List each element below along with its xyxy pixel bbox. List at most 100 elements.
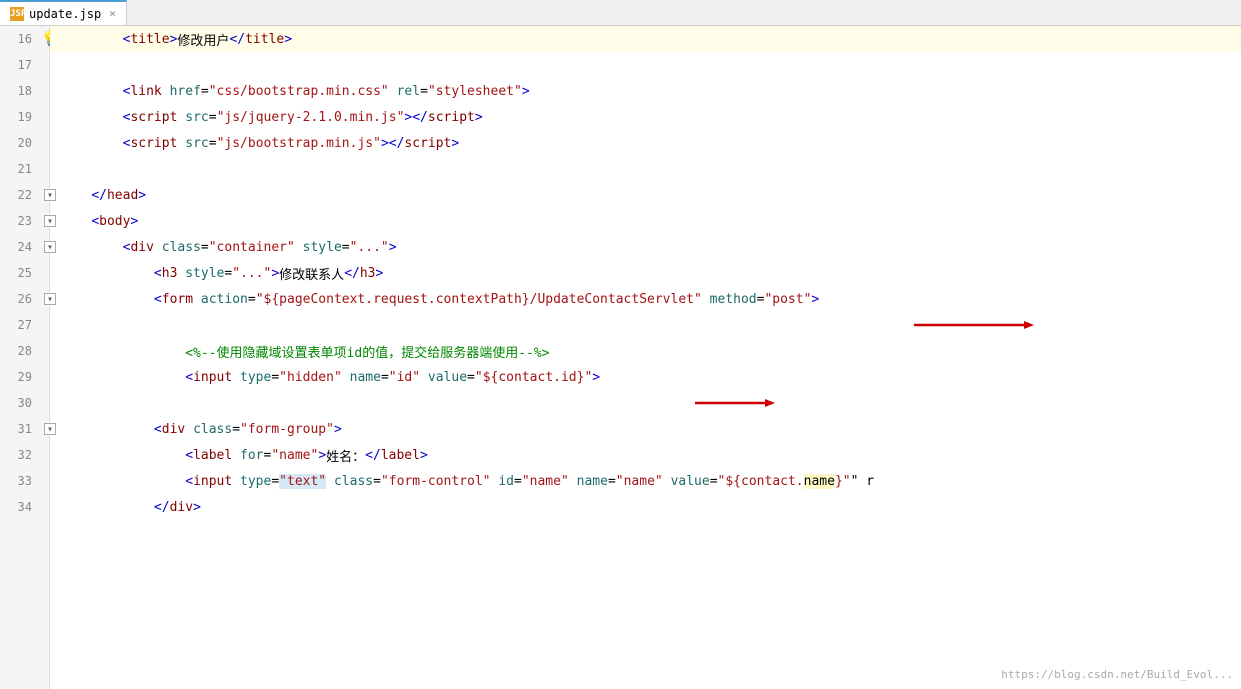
line-number: 32 bbox=[0, 448, 40, 462]
equals: = bbox=[271, 370, 279, 385]
attribute-name: name bbox=[577, 474, 608, 489]
attribute-value: "js/bootstrap.min.js" bbox=[217, 136, 381, 151]
attribute-value: "name" bbox=[522, 474, 569, 489]
indent bbox=[60, 214, 91, 229]
tag-bracket: </ bbox=[91, 188, 107, 203]
attribute-name: style bbox=[185, 266, 224, 281]
tag-bracket: < bbox=[123, 110, 131, 125]
code-area[interactable]: <title>修改用户</title> <link href="css/boot… bbox=[50, 26, 1241, 689]
space bbox=[295, 240, 303, 255]
line-number: 25 bbox=[0, 266, 40, 280]
line-number-row: 22▾ bbox=[0, 182, 49, 208]
element-name: label bbox=[193, 448, 232, 463]
code-line: <title>修改用户</title> bbox=[50, 26, 1241, 52]
tag-bracket: > bbox=[420, 448, 428, 463]
equals: = bbox=[420, 84, 428, 99]
code-line: </div> bbox=[50, 494, 1241, 520]
text-content: " r bbox=[851, 474, 874, 489]
tag-bracket: </ bbox=[365, 448, 381, 463]
code-line: <input type="hidden" name="id" value="${… bbox=[50, 364, 1241, 390]
equals: = bbox=[264, 448, 272, 463]
space bbox=[193, 292, 201, 307]
tag-bracket: > bbox=[451, 136, 459, 151]
tag-bracket: < bbox=[91, 214, 99, 229]
element-name: title bbox=[130, 32, 169, 47]
attribute-value: "name" bbox=[271, 448, 318, 463]
line-number: 24 bbox=[0, 240, 40, 254]
code-line: <form action="${pageContext.request.cont… bbox=[50, 286, 1241, 312]
attribute-value: "${pageContext.request.contextPath}/Upda… bbox=[256, 292, 702, 307]
line-number-row: 20 bbox=[0, 130, 49, 156]
tag-bracket: > bbox=[389, 240, 397, 255]
code-line bbox=[50, 52, 1241, 78]
tab-update-jsp[interactable]: JSP update.jsp × bbox=[0, 0, 127, 25]
attribute-value: "name" bbox=[616, 474, 663, 489]
tag-bracket: </ bbox=[344, 266, 360, 281]
equals: = bbox=[608, 474, 616, 489]
attribute-value-highlighted: "text" bbox=[279, 474, 326, 489]
element-name: script bbox=[404, 136, 451, 151]
line-number: 21 bbox=[0, 162, 40, 176]
line-number-row: 29 bbox=[0, 364, 49, 390]
space bbox=[326, 474, 334, 489]
space bbox=[177, 110, 185, 125]
indent bbox=[60, 32, 123, 47]
attribute-name: src bbox=[185, 110, 208, 125]
tag-bracket: < bbox=[185, 474, 193, 489]
tag-bracket: > bbox=[193, 500, 201, 515]
indent bbox=[60, 110, 123, 125]
space bbox=[177, 136, 185, 151]
element-name: label bbox=[381, 448, 420, 463]
tab-close-button[interactable]: × bbox=[109, 7, 116, 20]
code-line: <body> bbox=[50, 208, 1241, 234]
equals: = bbox=[342, 240, 350, 255]
line-number-row: 19 bbox=[0, 104, 49, 130]
attribute-name: class bbox=[162, 240, 201, 255]
line-number: 16 bbox=[0, 32, 40, 46]
text-content: 修改联系人 bbox=[279, 264, 344, 283]
code-line: </head> bbox=[50, 182, 1241, 208]
space bbox=[232, 474, 240, 489]
element-name: h3 bbox=[360, 266, 376, 281]
attribute-name: name bbox=[350, 370, 381, 385]
tag-bracket: > bbox=[592, 370, 600, 385]
tag-bracket: < bbox=[185, 448, 193, 463]
line-number: 28 bbox=[0, 344, 40, 358]
tab-filename: update.jsp bbox=[29, 7, 101, 21]
tag-bracket: < bbox=[154, 266, 162, 281]
attribute-name: style bbox=[303, 240, 342, 255]
line-number-row: 25 bbox=[0, 260, 49, 286]
space bbox=[569, 474, 577, 489]
space bbox=[420, 370, 428, 385]
space bbox=[342, 370, 350, 385]
comment: <%--使用隐藏域设置表单项id的值，提交给服务器端使用--%> bbox=[185, 342, 549, 361]
line-number-row: 23▾ bbox=[0, 208, 49, 234]
tag-bracket: </ bbox=[229, 32, 245, 47]
attribute-name: value bbox=[428, 370, 467, 385]
watermark: https://blog.csdn.net/Build_Evol... bbox=[1001, 668, 1233, 681]
tag-bracket: </ bbox=[154, 500, 170, 515]
space bbox=[162, 84, 170, 99]
attribute-name: method bbox=[710, 292, 757, 307]
line-number: 20 bbox=[0, 136, 40, 150]
indent bbox=[60, 474, 185, 489]
attribute-name: id bbox=[498, 474, 514, 489]
equals: = bbox=[224, 266, 232, 281]
code-line: <script src="js/jquery-2.1.0.min.js"></s… bbox=[50, 104, 1241, 130]
attribute-value: "..." bbox=[232, 266, 271, 281]
code-line bbox=[50, 312, 1241, 338]
tag-bracket: < bbox=[123, 240, 131, 255]
space bbox=[154, 240, 162, 255]
element-name: div bbox=[170, 500, 193, 515]
attribute-value: "id" bbox=[389, 370, 420, 385]
red-arrow bbox=[827, 293, 947, 305]
equals: = bbox=[381, 370, 389, 385]
attribute-name: type bbox=[240, 474, 271, 489]
code-line: <link href="css/bootstrap.min.css" rel="… bbox=[50, 78, 1241, 104]
equals: = bbox=[467, 370, 475, 385]
tab-file-icon: JSP bbox=[10, 7, 24, 21]
line-number-row: 26▾ bbox=[0, 286, 49, 312]
line-number-row: 31▾ bbox=[0, 416, 49, 442]
tag-bracket: < bbox=[154, 422, 162, 437]
line-number: 33 bbox=[0, 474, 40, 488]
